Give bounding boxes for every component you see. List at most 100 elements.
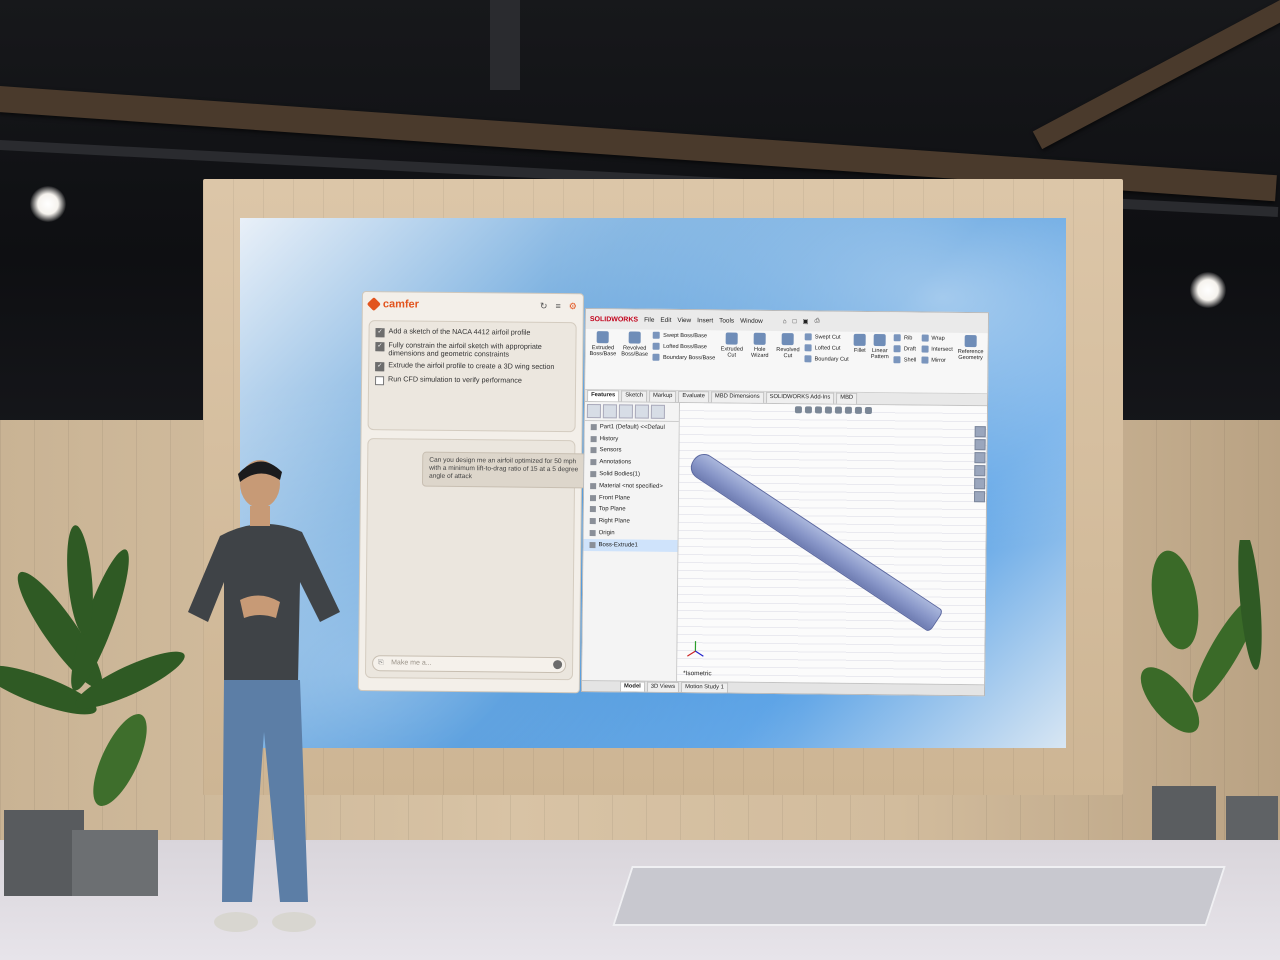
tree-node-material[interactable]: Material <not specified>	[584, 480, 678, 493]
chat-input[interactable]: ⎘ Make me a...	[372, 655, 567, 674]
extruded-cut-button[interactable]: Extruded Cut	[720, 332, 744, 388]
reference-geometry-button[interactable]: Reference Geometry	[957, 334, 984, 391]
refresh-icon[interactable]: ↻	[540, 300, 548, 311]
intersect-button[interactable]: Intersect	[921, 345, 953, 353]
custom-properties-icon[interactable]	[973, 491, 986, 503]
send-button[interactable]	[553, 660, 563, 670]
config-manager-icon[interactable]	[618, 404, 633, 419]
tree-node-sensors[interactable]: Sensors	[584, 445, 678, 458]
hole-icon	[753, 332, 766, 345]
section-view-icon[interactable]	[824, 406, 832, 414]
tree-node-label: Material <not specified>	[599, 483, 663, 490]
menu-view[interactable]: View	[677, 316, 691, 323]
tree-node-label: Front Plane	[598, 494, 631, 502]
task-checkbox[interactable]: ✓	[375, 362, 385, 372]
extruded-wing-model[interactable]	[686, 449, 944, 633]
settings-icon[interactable]: ⚙	[569, 301, 577, 312]
new-file-icon[interactable]: □	[793, 318, 797, 325]
display-style-icon[interactable]	[844, 406, 852, 414]
annotation-icon	[590, 459, 597, 466]
shell-button[interactable]: Shell	[893, 356, 917, 364]
camfer-logo: camfer	[382, 298, 420, 311]
orientation-triad-icon	[687, 641, 704, 657]
tree-node-origin[interactable]: Origin	[584, 527, 678, 540]
tree-node-right-plane[interactable]: Right Plane	[584, 515, 678, 528]
fillet-icon	[853, 333, 867, 346]
tree-node-history[interactable]: History	[585, 433, 679, 446]
hole-wizard-button[interactable]: Hole Wizard	[748, 332, 772, 389]
resources-icon[interactable]	[974, 426, 986, 438]
view-orientation-icon[interactable]	[834, 406, 842, 414]
zoom-fit-icon[interactable]	[794, 406, 802, 414]
revolve-icon	[628, 331, 641, 344]
task-checkbox[interactable]	[375, 376, 385, 386]
tab-3d-views[interactable]: 3D Views	[646, 681, 680, 693]
tab-markup[interactable]: Markup	[648, 390, 677, 402]
save-icon[interactable]: ▣	[803, 317, 809, 325]
swept-cut-button[interactable]: Swept Cut	[804, 333, 849, 341]
menu-edit[interactable]: Edit	[660, 316, 671, 323]
task-checkbox[interactable]: ✓	[375, 342, 385, 352]
print-icon[interactable]: ⎙	[815, 317, 820, 325]
zoom-area-icon[interactable]	[804, 406, 812, 414]
hide-show-icon[interactable]	[854, 406, 862, 414]
tree-node-boss-extrude[interactable]: Boss-Extrude1	[583, 538, 678, 552]
menu-tools[interactable]: Tools	[719, 317, 734, 324]
swept-boss-button[interactable]: Swept Boss/Base	[653, 331, 715, 340]
menu-insert[interactable]: Insert	[697, 317, 713, 324]
design-library-icon[interactable]	[974, 439, 986, 451]
graphics-area[interactable]: *Isometric	[677, 403, 987, 685]
tab-addins[interactable]: SOLIDWORKS Add-Ins	[765, 391, 835, 404]
previous-view-icon[interactable]	[814, 406, 822, 414]
menu-icon[interactable]: ≡	[555, 301, 560, 312]
property-manager-icon[interactable]	[602, 404, 617, 419]
dimxpert-icon[interactable]	[634, 404, 649, 419]
boundary-cut-button[interactable]: Boundary Cut	[804, 355, 849, 363]
tree-node-annotations[interactable]: Annotations	[584, 456, 678, 469]
feature-manager-icon[interactable]	[586, 404, 601, 419]
tree-toolbar	[584, 402, 680, 422]
draft-button[interactable]: Draft	[893, 345, 917, 353]
rib-button[interactable]: Rib	[893, 334, 917, 342]
linear-pattern-button[interactable]: Linear Pattern	[870, 334, 889, 390]
shell-icon	[893, 356, 901, 364]
tab-mbd[interactable]: MBD	[836, 392, 858, 404]
wrap-button[interactable]: Wrap	[921, 334, 953, 342]
appearances-icon[interactable]	[974, 478, 986, 490]
revolved-cut-button[interactable]: Revolved Cut	[776, 333, 800, 389]
tree-root[interactable]: Part1 (Default) <<Defaul	[585, 421, 679, 434]
tree-node-front-plane[interactable]: Front Plane	[584, 492, 678, 505]
file-explorer-icon[interactable]	[974, 452, 986, 464]
lofted-boss-button[interactable]: Lofted Boss/Base	[653, 342, 715, 351]
menu-file[interactable]: File	[644, 316, 654, 323]
display-manager-icon[interactable]	[650, 404, 665, 419]
revolved-boss-button[interactable]: Revolved Boss/Base	[621, 331, 648, 387]
tab-mbd-dimensions[interactable]: MBD Dimensions	[710, 391, 764, 403]
lofted-cut-button[interactable]: Lofted Cut	[804, 344, 849, 352]
tree-node-top-plane[interactable]: Top Plane	[584, 504, 678, 517]
view-palette-icon[interactable]	[974, 465, 986, 477]
tab-evaluate[interactable]: Evaluate	[678, 390, 709, 403]
tab-sketch[interactable]: Sketch	[621, 390, 648, 402]
extruded-boss-button[interactable]: Extruded Boss/Base	[589, 331, 616, 387]
boundary-boss-button[interactable]: Boundary Boss/Base	[652, 353, 716, 362]
tab-motion-study[interactable]: Motion Study 1	[681, 682, 728, 693]
tab-model[interactable]: Model	[619, 681, 645, 692]
mirror-button[interactable]: Mirror	[921, 356, 953, 364]
camfer-header: camfer ↻ ≡ ⚙	[363, 292, 583, 318]
attach-icon[interactable]: ⎘	[378, 656, 384, 670]
fillet-button[interactable]: Fillet	[853, 333, 867, 390]
loft-icon	[653, 342, 661, 350]
task-checkbox[interactable]: ✓	[375, 328, 385, 338]
menu-window[interactable]: Window	[740, 317, 763, 324]
boss-group: Swept Boss/Base Lofted Boss/Base Boundar…	[652, 331, 716, 389]
boundary-boss-label: Boundary Boss/Base	[662, 354, 716, 361]
task-pane-tabs	[973, 426, 986, 503]
tree-node-solid-bodies[interactable]: Solid Bodies(1)	[584, 468, 678, 481]
appearance-icon[interactable]	[864, 406, 872, 415]
home-icon[interactable]: ⌂	[783, 318, 787, 325]
view-orientation-label: *Isometric	[683, 670, 712, 678]
wrap-icon	[921, 334, 929, 342]
linear-pattern-label: Linear Pattern	[870, 348, 889, 361]
tab-features[interactable]: Features	[587, 390, 620, 402]
